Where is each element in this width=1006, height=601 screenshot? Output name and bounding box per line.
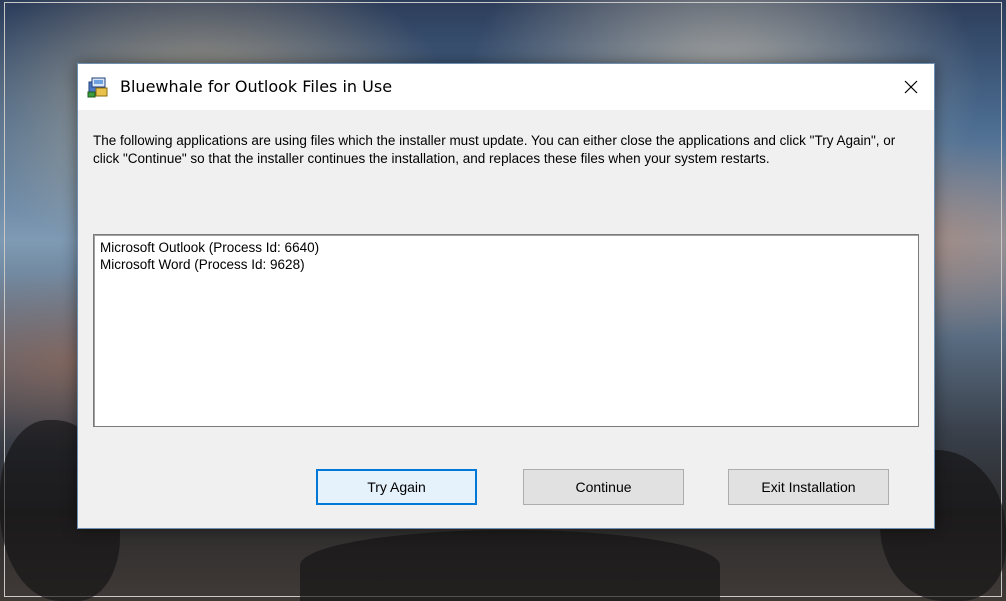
exit-installation-button[interactable]: Exit Installation: [728, 469, 889, 505]
installer-icon: [87, 76, 109, 98]
close-icon: [904, 80, 918, 94]
files-in-use-dialog: Bluewhale for Outlook Files in Use The f…: [77, 63, 935, 529]
dialog-title: Bluewhale for Outlook Files in Use: [120, 77, 393, 96]
close-button[interactable]: [888, 64, 934, 110]
wallpaper-rock: [300, 530, 720, 601]
continue-button[interactable]: Continue: [523, 469, 684, 505]
try-again-button[interactable]: Try Again: [316, 469, 477, 505]
title-bar[interactable]: Bluewhale for Outlook Files in Use: [78, 64, 934, 110]
dialog-message: The following applications are using fil…: [93, 133, 896, 166]
list-item[interactable]: Microsoft Outlook (Process Id: 6640): [94, 239, 918, 256]
process-list[interactable]: Microsoft Outlook (Process Id: 6640) Mic…: [93, 234, 919, 427]
list-item[interactable]: Microsoft Word (Process Id: 9628): [94, 256, 918, 273]
